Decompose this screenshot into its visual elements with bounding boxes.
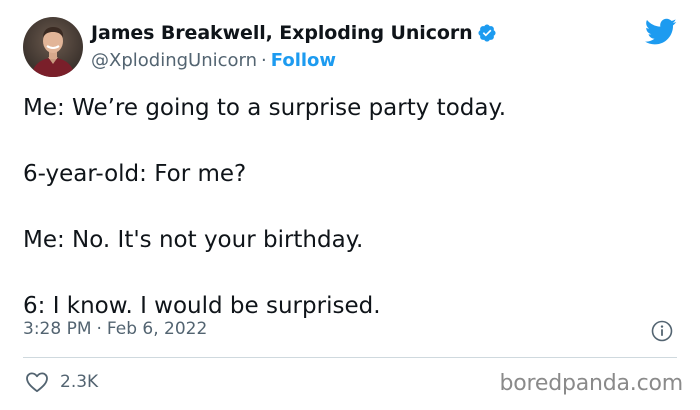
tweet-line: Me: No. It's not your birthday. bbox=[23, 227, 364, 253]
info-icon[interactable] bbox=[651, 320, 673, 342]
tweet-line: Me: We’re going to a surprise party toda… bbox=[23, 95, 507, 121]
heart-icon[interactable] bbox=[25, 371, 49, 393]
tweet-card: James Breakwell, Exploding Unicorn @Xplo… bbox=[0, 0, 700, 410]
twitter-bird-icon[interactable] bbox=[644, 18, 677, 46]
author-display-name[interactable]: James Breakwell, Exploding Unicorn bbox=[91, 22, 473, 44]
avatar-image bbox=[23, 17, 83, 77]
author-handle[interactable]: @XplodingUnicorn bbox=[91, 50, 257, 71]
tweet-line: 6-year-old: For me? bbox=[23, 161, 247, 187]
handle-separator: · bbox=[261, 50, 267, 71]
author-name-row: James Breakwell, Exploding Unicorn bbox=[91, 22, 497, 44]
timestamp-separator: · bbox=[96, 319, 102, 339]
watermark: boredpanda.com bbox=[499, 371, 683, 396]
author-handle-row: @XplodingUnicorn · Follow bbox=[91, 50, 336, 71]
tweet-line: 6: I know. I would be surprised. bbox=[23, 293, 381, 319]
avatar[interactable] bbox=[23, 17, 83, 77]
verified-badge-icon bbox=[477, 23, 497, 43]
tweet-date: Feb 6, 2022 bbox=[106, 319, 208, 339]
tweet-time: 3:28 PM bbox=[23, 319, 92, 339]
like-action[interactable]: 2.3K bbox=[25, 371, 98, 393]
tweet-timestamp[interactable]: 3:28 PM · Feb 6, 2022 bbox=[23, 319, 207, 339]
like-count: 2.3K bbox=[60, 372, 99, 392]
follow-button[interactable]: Follow bbox=[271, 50, 336, 71]
divider bbox=[23, 357, 677, 358]
